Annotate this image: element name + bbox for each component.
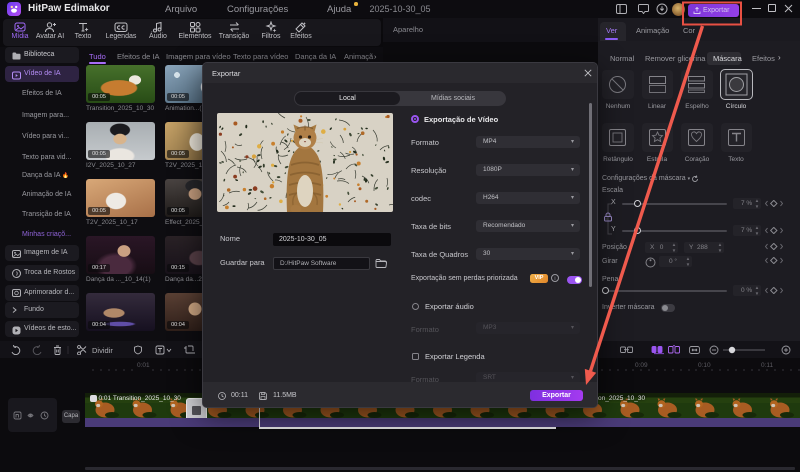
svg-text:0:11: 0:11 [761,362,774,369]
svg-text:0:09: 0:09 [635,362,648,369]
svg-text:0:10: 0:10 [698,362,711,369]
svg-text:0:01: 0:01 [137,362,150,369]
